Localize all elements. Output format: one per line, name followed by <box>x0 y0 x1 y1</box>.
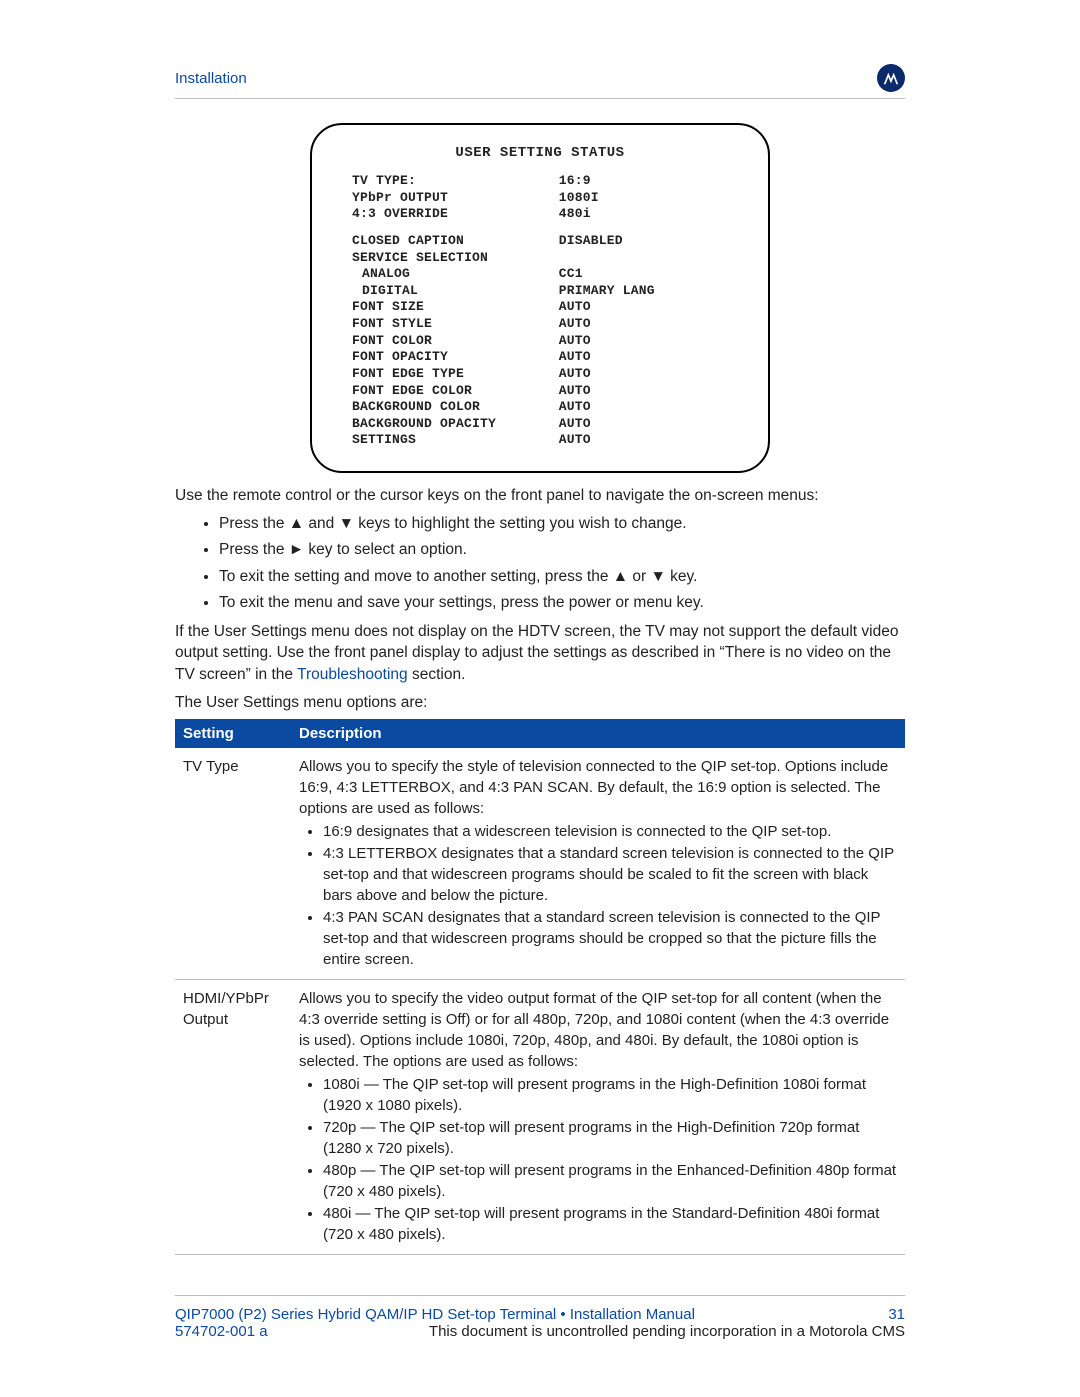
troubleshooting-link[interactable]: Troubleshooting <box>297 666 408 683</box>
osd-row: DIGITALPRIMARY LANG <box>352 283 728 300</box>
osd-row: FONT COLORAUTO <box>352 333 728 350</box>
osd-row: BACKGROUND OPACITYAUTO <box>352 416 728 433</box>
osd-value: AUTO <box>559 299 728 316</box>
osd-value: AUTO <box>559 316 728 333</box>
osd-row: FONT SIZEAUTO <box>352 299 728 316</box>
note-text-post: section. <box>408 666 466 683</box>
osd-row: SETTINGSAUTO <box>352 432 728 449</box>
description-subitem: 480p — The QIP set-top will present prog… <box>323 1160 897 1202</box>
description-subitem: 1080i — The QIP set-top will present pro… <box>323 1074 897 1116</box>
table-row: TV TypeAllows you to specify the style o… <box>175 748 905 980</box>
osd-row: TV TYPE:16:9 <box>352 173 728 190</box>
setting-name: HDMI/YPbPr Output <box>175 980 291 1255</box>
osd-value: AUTO <box>559 416 728 433</box>
osd-value: AUTO <box>559 349 728 366</box>
osd-value: AUTO <box>559 333 728 350</box>
osd-value: 1080I <box>559 190 728 207</box>
osd-label: BACKGROUND OPACITY <box>352 416 559 433</box>
osd-label: FONT SIZE <box>352 299 559 316</box>
osd-label: ANALOG <box>352 266 559 283</box>
osd-label: SETTINGS <box>352 432 559 449</box>
description-subitem: 480i — The QIP set-top will present prog… <box>323 1203 897 1245</box>
description-subitem: 16:9 designates that a widescreen televi… <box>323 821 897 842</box>
osd-label: BACKGROUND COLOR <box>352 399 559 416</box>
motorola-logo-icon <box>877 64 905 92</box>
osd-row: FONT EDGE TYPEAUTO <box>352 366 728 383</box>
osd-value: DISABLED <box>559 233 728 250</box>
osd-row: 4:3 OVERRIDE480i <box>352 206 728 223</box>
footer-doc-number: 574702-001 a <box>175 1323 268 1340</box>
osd-value: AUTO <box>559 432 728 449</box>
description-subitem: 720p — The QIP set-top will present prog… <box>323 1117 897 1159</box>
intro-paragraph: Use the remote control or the cursor key… <box>175 485 905 507</box>
col-setting: Setting <box>175 719 291 748</box>
osd-label: FONT EDGE COLOR <box>352 383 559 400</box>
osd-title: USER SETTING STATUS <box>352 145 728 161</box>
osd-row: SERVICE SELECTION <box>352 250 728 267</box>
page-footer: QIP7000 (P2) Series Hybrid QAM/IP HD Set… <box>175 1295 905 1340</box>
footer-disclaimer: This document is uncontrolled pending in… <box>429 1323 905 1340</box>
troubleshooting-note: If the User Settings menu does not displ… <box>175 621 905 686</box>
osd-label: 4:3 OVERRIDE <box>352 206 559 223</box>
osd-label: FONT OPACITY <box>352 349 559 366</box>
osd-row: ANALOGCC1 <box>352 266 728 283</box>
page-header: Installation <box>175 64 905 99</box>
osd-value: 16:9 <box>559 173 728 190</box>
options-lead: The User Settings menu options are: <box>175 692 905 714</box>
osd-row: BACKGROUND COLORAUTO <box>352 399 728 416</box>
osd-label: SERVICE SELECTION <box>352 250 559 267</box>
osd-row: FONT OPACITYAUTO <box>352 349 728 366</box>
osd-label: FONT COLOR <box>352 333 559 350</box>
osd-value: AUTO <box>559 366 728 383</box>
osd-row: CLOSED CAPTIONDISABLED <box>352 233 728 250</box>
osd-row: YPbPr OUTPUT1080I <box>352 190 728 207</box>
settings-options-table: Setting Description TV TypeAllows you to… <box>175 719 905 1255</box>
osd-row: FONT EDGE COLORAUTO <box>352 383 728 400</box>
note-text-pre: If the User Settings menu does not displ… <box>175 623 898 683</box>
osd-screenshot: USER SETTING STATUS TV TYPE:16:9YPbPr OU… <box>310 123 770 473</box>
osd-value <box>559 250 728 267</box>
osd-label: TV TYPE: <box>352 173 559 190</box>
osd-value: PRIMARY LANG <box>559 283 728 300</box>
footer-doc-title: QIP7000 (P2) Series Hybrid QAM/IP HD Set… <box>175 1306 695 1323</box>
osd-row: FONT STYLEAUTO <box>352 316 728 333</box>
osd-value: AUTO <box>559 383 728 400</box>
osd-label: CLOSED CAPTION <box>352 233 559 250</box>
osd-label: FONT EDGE TYPE <box>352 366 559 383</box>
osd-settings-list: TV TYPE:16:9YPbPr OUTPUT1080I4:3 OVERRID… <box>352 173 728 449</box>
footer-page-number: 31 <box>888 1306 905 1323</box>
section-breadcrumb: Installation <box>175 70 247 87</box>
setting-description: Allows you to specify the video output f… <box>291 980 905 1255</box>
osd-label: FONT STYLE <box>352 316 559 333</box>
instruction-item: Press the ► key to select an option. <box>219 539 905 561</box>
instruction-item: To exit the menu and save your settings,… <box>219 592 905 614</box>
osd-value: 480i <box>559 206 728 223</box>
description-subitem: 4:3 LETTERBOX designates that a standard… <box>323 843 897 906</box>
navigation-instructions: Press the ▲ and ▼ keys to highlight the … <box>175 513 905 615</box>
osd-label: DIGITAL <box>352 283 559 300</box>
osd-value: CC1 <box>559 266 728 283</box>
description-subitem: 4:3 PAN SCAN designates that a standard … <box>323 907 897 970</box>
table-row: HDMI/YPbPr OutputAllows you to specify t… <box>175 980 905 1255</box>
osd-value: AUTO <box>559 399 728 416</box>
setting-name: TV Type <box>175 748 291 980</box>
setting-description: Allows you to specify the style of telev… <box>291 748 905 980</box>
osd-label: YPbPr OUTPUT <box>352 190 559 207</box>
instruction-item: To exit the setting and move to another … <box>219 566 905 588</box>
col-description: Description <box>291 719 905 748</box>
instruction-item: Press the ▲ and ▼ keys to highlight the … <box>219 513 905 535</box>
